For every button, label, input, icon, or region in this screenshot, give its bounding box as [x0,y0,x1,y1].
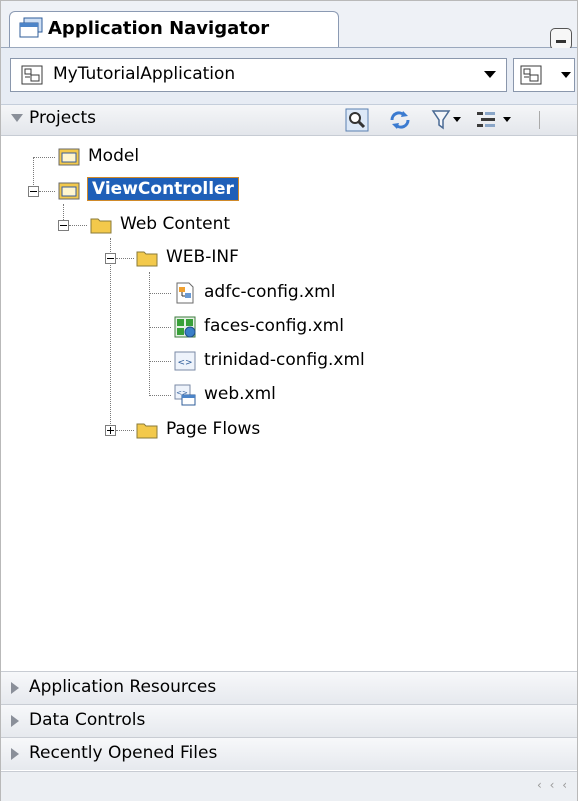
application-icon [520,65,542,85]
tree-node-label: trinidad-config.xml [204,350,365,370]
overflow-chevrons-icon[interactable]: ‹ ‹ ‹ [537,778,569,792]
folder-icon [136,423,158,439]
minimize-button[interactable] [550,28,572,50]
toolbar-divider [539,111,540,129]
application-icon [19,17,43,38]
tree-node-label: faces-config.xml [204,316,344,336]
folder-icon [136,251,158,267]
svg-text:<>: <> [177,358,192,368]
tree-connector [149,395,171,396]
project-folder-icon [58,182,80,200]
faces-config-icon [174,316,196,338]
tree-node-label: web.xml [204,384,276,404]
tree-node-label: Page Flows [166,419,261,439]
filter-icon[interactable] [431,108,451,132]
tree-node-label: ViewController [87,177,239,201]
application-navigator-panel: Application Navigator MyTutorialApplicat… [0,0,578,801]
tree-connector [33,157,55,158]
collapse-expander[interactable] [105,253,116,264]
application-menu-button[interactable] [513,58,575,92]
expand-triangle-icon [11,715,19,727]
tree-node-label: WEB-INF [166,247,239,267]
chevron-down-icon [561,72,571,78]
tree-connector [116,258,134,259]
tree-connector [69,225,87,226]
chevron-down-icon [484,71,496,78]
tree-node-label: adfc-config.xml [204,282,336,302]
web-xml-icon: <> [174,384,196,406]
chevron-down-icon[interactable] [503,117,511,122]
status-bar: ‹ ‹ ‹ [1,771,577,801]
collapse-expander[interactable] [58,220,69,231]
accordion-label: Data Controls [29,710,146,730]
application-select[interactable]: MyTutorialApplication [10,58,507,92]
accordion-label: Application Resources [29,677,217,697]
xml-file-icon: <> [174,351,196,371]
accordion-label: Recently Opened Files [29,743,218,763]
project-tree: Model ViewController Web Content WEB-INF [1,136,577,666]
tree-node-label: Web Content [120,214,231,234]
folder-icon [90,218,112,234]
search-icon[interactable] [345,108,369,132]
panel-title: Application Navigator [48,18,270,39]
application-selector-row: MyTutorialApplication [1,48,577,105]
tree-node-label: Model [88,146,140,166]
accordion-recently-opened-files[interactable]: Recently Opened Files [1,737,577,770]
refresh-icon[interactable] [387,108,413,132]
chevron-down-icon[interactable] [453,117,461,122]
projects-label: Projects [29,108,97,128]
collapse-triangle-icon[interactable] [11,114,23,122]
projects-header[interactable]: Projects [1,105,577,136]
accordion-data-controls[interactable]: Data Controls [1,704,577,737]
expand-triangle-icon [11,748,19,760]
tree-connector [149,361,171,362]
application-select-value: MyTutorialApplication [53,64,236,84]
title-bar: Application Navigator [1,1,577,50]
expand-triangle-icon [11,682,19,694]
tree-connector [149,272,150,396]
task-flow-file-icon [176,282,194,304]
tree-connector [116,430,134,431]
accordion-application-resources[interactable]: Application Resources [1,671,577,704]
expand-expander[interactable] [105,425,116,436]
project-folder-icon [58,148,80,166]
tree-connector [110,238,111,434]
application-icon [21,65,43,85]
navigator-tab[interactable]: Application Navigator [9,11,339,47]
tree-connector [39,191,55,192]
tree-connector [149,293,171,294]
tree-connector [149,327,171,328]
collapse-expander[interactable] [28,186,39,197]
sort-options-icon[interactable] [475,108,497,132]
